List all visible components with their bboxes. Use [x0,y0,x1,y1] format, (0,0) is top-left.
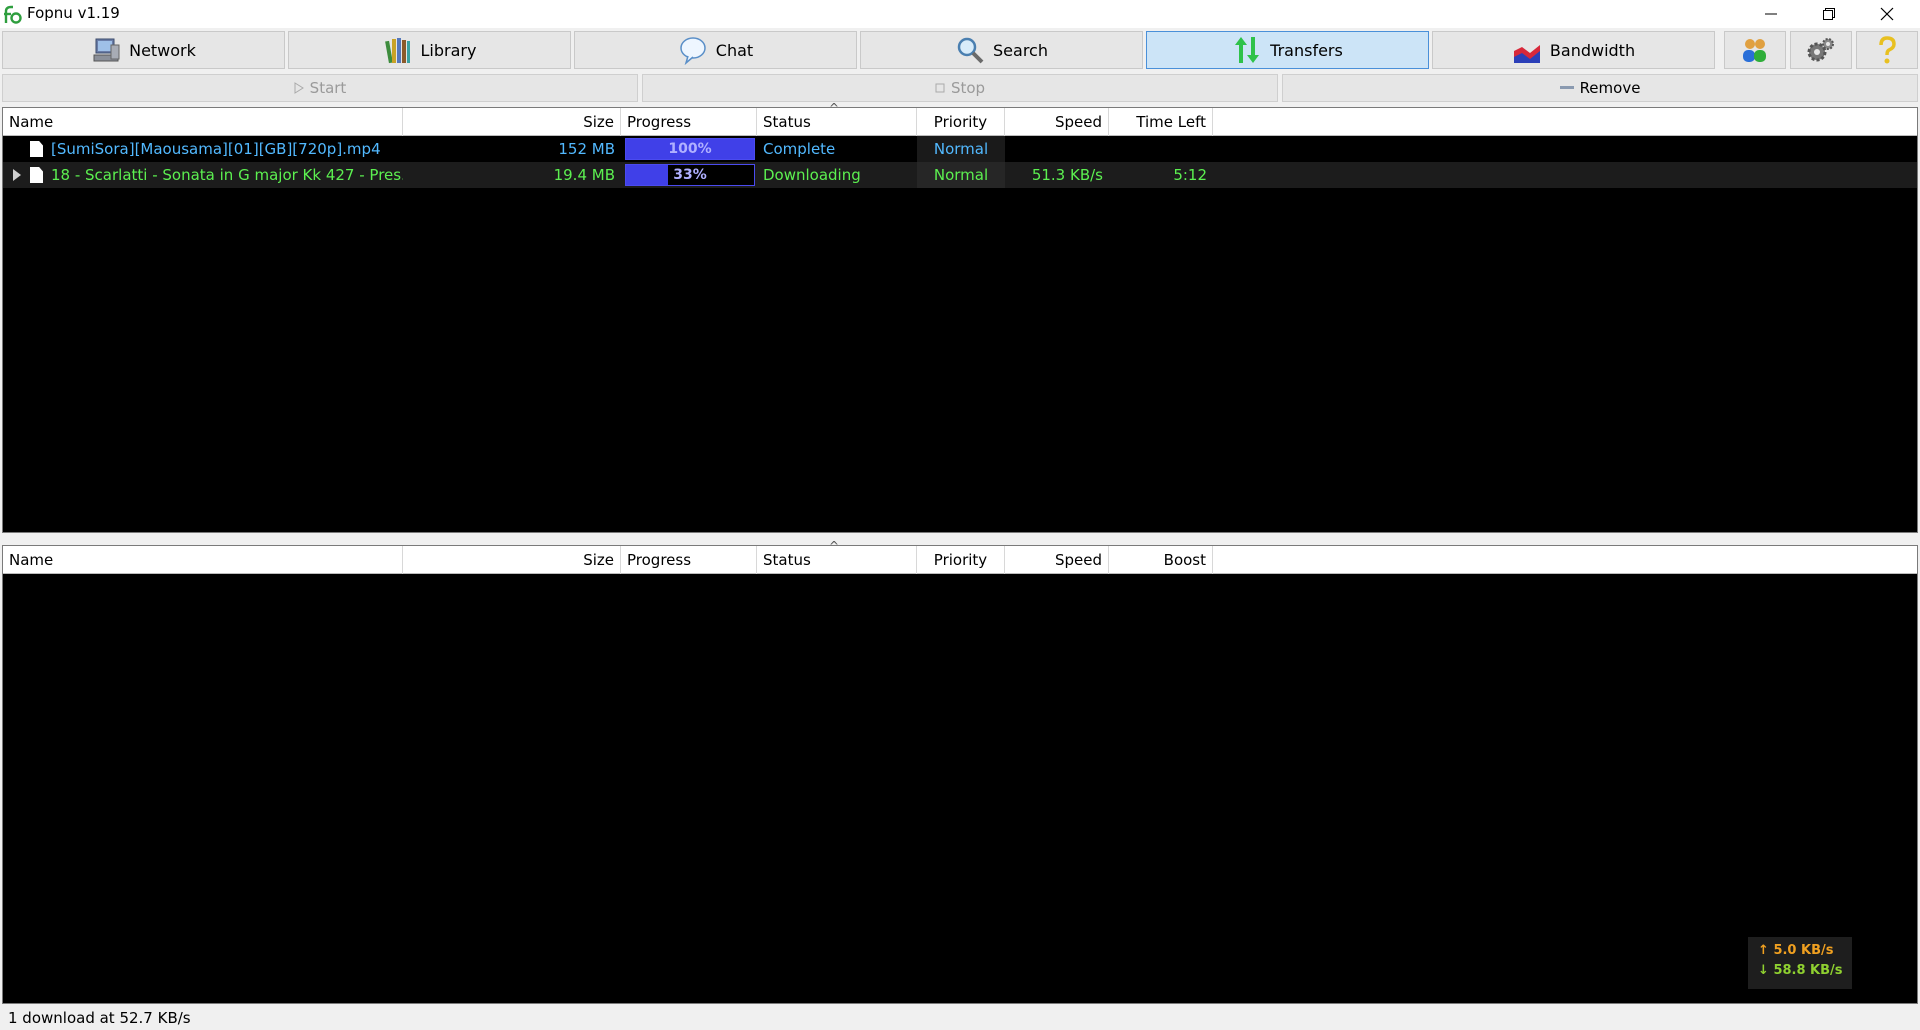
row-size: 19.4 MB [553,166,615,184]
restore-icon [1823,8,1835,20]
row-status: Downloading [763,166,861,184]
search-button[interactable]: Search [860,31,1143,69]
sort-indicator-icon: ^ [829,101,840,115]
row-time-left [1109,136,1213,162]
transfers-arrows-icon [1235,37,1260,63]
library-button[interactable]: Library [288,31,571,69]
downloads-header: Name Size Progress Status ^ Priority Spe… [3,101,1917,136]
bandwidth-button[interactable]: Bandwidth [1432,31,1715,69]
downloads-list[interactable]: Name Size Progress Status ^ Priority Spe… [2,101,1918,533]
up-arrow-icon: ↑ [1758,943,1769,958]
remove-minus-icon [1559,86,1574,89]
row-name: 18 - Scarlatti - Sonata in G major Kk 42… [51,166,403,184]
down-arrow-icon: ↓ [1758,963,1769,978]
main-toolbar: Network Library Chat Search Transfers Ba… [0,29,1920,72]
chat-label: Chat [715,40,754,60]
upload-speed: ↑ 5.0 KB/s [1758,943,1852,958]
speed-overlay: ↑ 5.0 KB/s ↓ 58.8 KB/s [1748,937,1852,989]
bandwidth-label: Bandwidth [1549,40,1636,60]
transfers-button[interactable]: Transfers [1146,31,1429,69]
network-computer-icon [93,38,120,62]
chat-button[interactable]: Chat [574,31,857,69]
progress-text: 33% [673,167,707,183]
download-speed-value: 58.8 KB/s [1773,963,1843,978]
bandwidth-graph-icon [1513,45,1540,63]
row-speed: 51.3 KB/s [1031,166,1103,184]
upload-speed-value: 5.0 KB/s [1773,943,1834,958]
remove-button[interactable]: Remove [1282,74,1918,102]
row-priority: Normal [917,136,1005,162]
help-question-icon [1879,36,1896,64]
col-name[interactable]: Name [3,108,403,136]
col-size[interactable]: Size [403,546,621,574]
title-bar: Fopnu v1.19 [0,0,1920,28]
row-time-left: 5:12 [1173,166,1207,184]
users-icon [1743,39,1766,62]
progress-bar: 100% [625,138,755,160]
row-speed [1005,136,1109,162]
table-row[interactable]: 18 - Scarlatti - Sonata in G major Kk 42… [3,162,1917,188]
row-status: Complete [763,140,836,158]
row-priority: Normal [917,162,1005,188]
settings-button[interactable] [1790,31,1852,69]
uploads-list[interactable]: Name Size Progress Status ^ Priority Spe… [2,539,1918,1004]
col-progress[interactable]: Progress [621,108,757,136]
col-priority[interactable]: Priority [917,546,1005,574]
file-icon [30,167,43,183]
network-label: Network [129,40,196,60]
status-text: 1 download at 52.7 KB/s [8,1009,191,1027]
col-boost[interactable]: Boost [1109,546,1213,574]
col-progress[interactable]: Progress [621,546,757,574]
stop-button[interactable]: Stop [642,74,1278,102]
play-icon [294,82,304,94]
library-books-icon [384,38,410,64]
sort-indicator-icon: ^ [829,539,840,553]
status-bar: 1 download at 52.7 KB/s [0,1006,1920,1030]
minimize-icon [1765,13,1777,15]
expand-arrow-icon[interactable] [13,169,21,181]
chat-bubble-icon [680,37,706,65]
col-speed[interactable]: Speed [1005,108,1109,136]
download-speed: ↓ 58.8 KB/s [1758,963,1852,978]
help-button[interactable] [1856,31,1918,69]
close-icon [1880,7,1894,21]
stop-icon [935,83,945,93]
close-button[interactable] [1858,0,1916,28]
users-button[interactable] [1724,31,1786,69]
restore-button[interactable] [1800,0,1858,28]
col-time-left[interactable]: Time Left [1109,108,1213,136]
start-label: Start [309,79,347,97]
gear-icon [1807,38,1834,62]
progress-text: 100% [668,141,712,157]
file-icon [30,141,43,157]
search-label: Search [993,40,1048,60]
network-button[interactable]: Network [2,31,285,69]
window-title: Fopnu v1.19 [27,4,120,22]
search-magnifier-icon [957,37,984,64]
progress-bar: 33% [625,164,755,186]
col-size[interactable]: Size [403,108,621,136]
stop-label: Stop [950,79,986,97]
row-name: [SumiSora][Maousama][01][GB][720p].mp4 [51,140,381,158]
row-size: 152 MB [558,140,615,158]
minimize-button[interactable] [1742,0,1800,28]
fopnu-logo-icon [4,5,22,24]
library-label: Library [420,40,477,60]
remove-label: Remove [1579,79,1641,97]
table-row[interactable]: [SumiSora][Maousama][01][GB][720p].mp4 1… [3,136,1917,162]
col-speed[interactable]: Speed [1005,546,1109,574]
col-priority[interactable]: Priority [917,108,1005,136]
transfer-action-bar: Start Stop Remove [0,73,1920,103]
start-button[interactable]: Start [2,74,638,102]
col-name[interactable]: Name [3,546,403,574]
uploads-header: Name Size Progress Status ^ Priority Spe… [3,539,1917,574]
transfers-label: Transfers [1270,40,1343,60]
